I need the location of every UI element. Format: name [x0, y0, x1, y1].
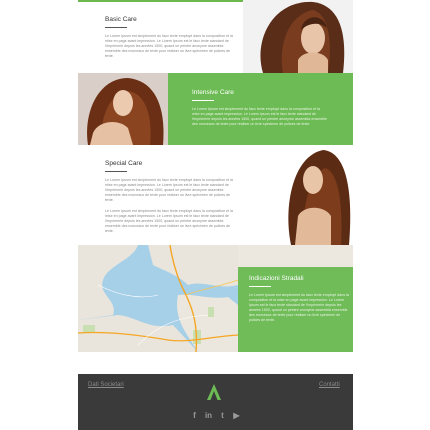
facebook-icon[interactable]: f	[190, 411, 199, 420]
title-underline	[105, 171, 127, 172]
page: Basic Care Le Lorem Ipsum est simplement…	[78, 0, 353, 430]
basic-care-photo	[243, 0, 353, 73]
directions-title: Indicazioni Stradali	[249, 275, 304, 282]
contacts-link[interactable]: Contatti	[319, 382, 340, 388]
intensive-care-paragraph: Le Lorem Ipsum est simplement du faux te…	[192, 107, 327, 126]
basic-care-text: Basic Care Le Lorem Ipsum est simplement…	[105, 16, 235, 65]
directions-paragraph: Le Lorem Ipsum est simplement du faux te…	[249, 293, 349, 322]
intensive-care-text: Intensive Care Le Lorem Ipsum est simple…	[192, 89, 327, 133]
youtube-icon[interactable]: ▶	[232, 411, 241, 420]
special-care-title: Special Care	[105, 160, 143, 167]
intensive-care-photo	[78, 73, 168, 145]
title-underline	[249, 286, 271, 287]
special-care-photo	[283, 146, 353, 245]
company-info-link[interactable]: Dati Societari	[88, 382, 124, 388]
special-care-paragraph-2: Le Lorem Ipsum est simplement du faux te…	[105, 209, 233, 233]
title-underline	[192, 100, 214, 101]
twitter-icon[interactable]: t	[218, 411, 227, 420]
basic-care-title: Basic Care	[105, 16, 137, 23]
special-care-text: Special Care Le Lorem Ipsum est simpleme…	[105, 160, 237, 240]
footer: Dati Societari Contatti f in t ▶	[78, 374, 353, 430]
directions-text: Indicazioni Stradali Le Lorem Ipsum est …	[249, 275, 349, 329]
logo-a-icon[interactable]	[205, 383, 223, 401]
intensive-care-title: Intensive Care	[192, 89, 234, 96]
social-links: f in t ▶	[190, 411, 241, 420]
basic-care-paragraph: Le Lorem Ipsum est simplement du faux te…	[105, 34, 233, 58]
linkedin-icon[interactable]: in	[204, 411, 213, 420]
title-underline	[105, 27, 127, 28]
special-care-paragraph-1: Le Lorem Ipsum est simplement du faux te…	[105, 178, 233, 202]
